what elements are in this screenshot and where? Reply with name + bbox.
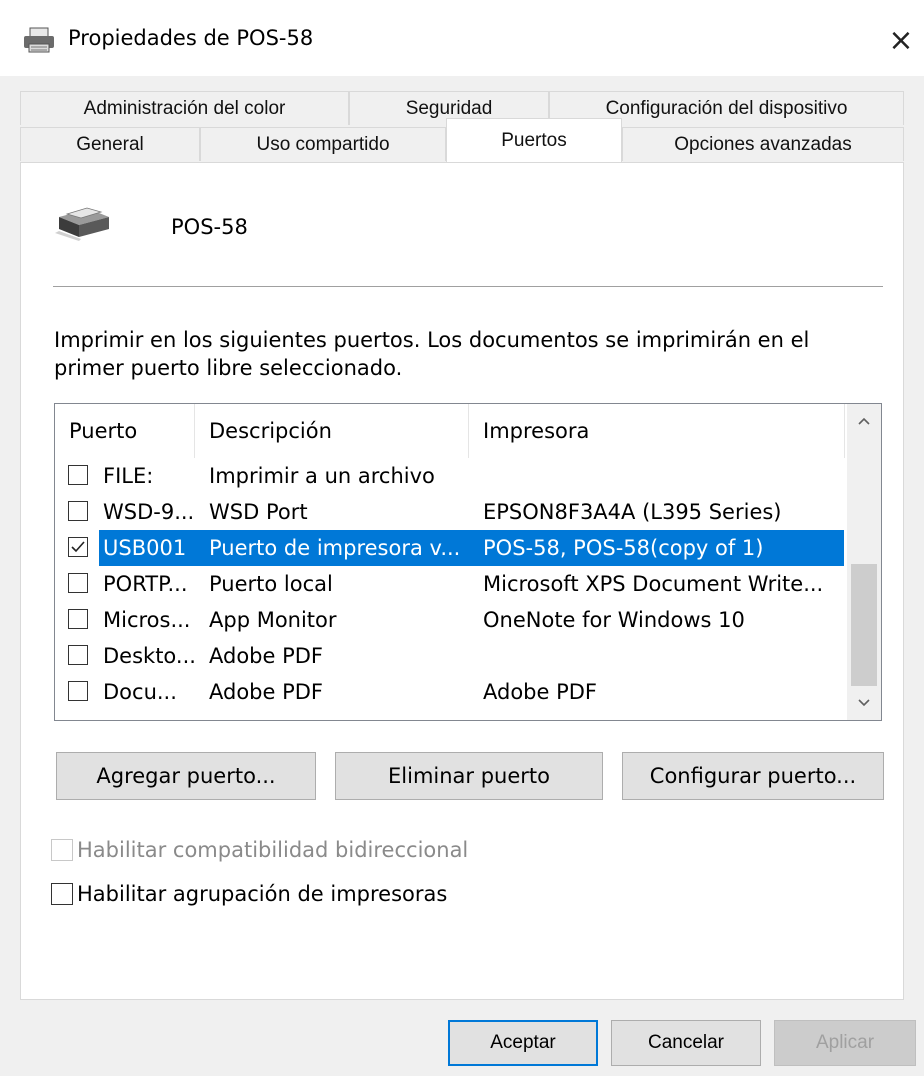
port-checkbox[interactable] <box>68 573 88 593</box>
printer-pooling-option[interactable]: Habilitar agrupación de impresoras <box>51 882 447 906</box>
vertical-scrollbar[interactable] <box>847 404 881 720</box>
checkmark-icon <box>71 541 85 553</box>
description-cell: Adobe PDF <box>209 644 324 668</box>
tab-color-management[interactable]: Administración del color <box>20 91 349 125</box>
table-row[interactable]: WSD-9... WSD Port EPSON8F3A4A (L395 Seri… <box>55 494 845 530</box>
tab-sharing[interactable]: Uso compartido <box>200 127 446 161</box>
port-checkbox[interactable] <box>68 609 88 629</box>
bidirectional-label: Habilitar compatibilidad bidireccional <box>77 838 469 862</box>
port-checkbox[interactable] <box>68 501 88 521</box>
scroll-up-icon[interactable] <box>847 404 881 438</box>
description-cell: WSD Port <box>209 500 308 524</box>
port-cell: USB001 <box>103 536 187 560</box>
description-cell: Imprimir a un archivo <box>209 464 435 488</box>
separator <box>53 286 883 287</box>
ports-description: Imprimir en los siguientes puertos. Los … <box>54 328 810 380</box>
bidirectional-option: Habilitar compatibilidad bidireccional <box>51 838 468 862</box>
window-title: Propiedades de POS-58 <box>68 26 314 50</box>
description-cell: Puerto de impresora v... <box>209 536 461 560</box>
scroll-thumb[interactable] <box>851 564 877 686</box>
port-checkbox[interactable] <box>68 645 88 665</box>
printer-icon <box>24 27 54 53</box>
printer-name: POS-58 <box>171 215 248 239</box>
cancel-button[interactable]: Cancelar <box>611 1020 761 1066</box>
printer-pooling-label[interactable]: Habilitar agrupación de impresoras <box>77 882 447 906</box>
printer-cell <box>483 638 843 674</box>
printer-cell: Adobe PDF <box>483 680 598 704</box>
printer-cell: POS-58, POS-58(copy of 1) <box>483 536 764 560</box>
printer-cell: OneNote for Windows 10 <box>483 608 745 632</box>
title-bar: Propiedades de POS-58 × <box>0 0 924 76</box>
tab-general[interactable]: General <box>20 127 200 161</box>
description-cell: App Monitor <box>209 608 337 632</box>
port-cell: Deskto... <box>103 644 196 668</box>
close-button[interactable]: × <box>878 18 924 62</box>
ports-list[interactable]: Puerto Descripción Impresora FILE: Impri… <box>54 403 882 721</box>
tab-advanced-options[interactable]: Opciones avanzadas <box>622 127 904 161</box>
bidirectional-checkbox <box>51 839 73 861</box>
table-row-selected[interactable]: USB001 Puerto de impresora v... POS-58, … <box>55 530 845 566</box>
tab-row-2: General Uso compartido Puertos Opciones … <box>20 118 904 163</box>
table-row[interactable]: FILE: Imprimir a un archivo <box>55 458 845 494</box>
port-checkbox[interactable] <box>68 537 88 557</box>
printer-cell: Microsoft XPS Document Write... <box>483 572 824 596</box>
apply-button: Aplicar <box>774 1020 916 1066</box>
printer-cell: EPSON8F3A4A (L395 Series) <box>483 500 782 524</box>
printer-pooling-checkbox[interactable] <box>51 883 73 905</box>
configure-port-button[interactable]: Configurar puerto... <box>622 752 884 800</box>
description-cell: Puerto local <box>209 572 333 596</box>
port-cell: FILE: <box>103 464 154 488</box>
table-row[interactable]: Docu... Adobe PDF Adobe PDF <box>55 674 845 710</box>
ports-list-header: Puerto Descripción Impresora <box>55 404 845 458</box>
column-header-description[interactable]: Descripción <box>195 404 469 458</box>
ok-button[interactable]: Aceptar <box>448 1020 598 1066</box>
port-cell: PORTP... <box>103 572 188 596</box>
column-header-printer[interactable]: Impresora <box>469 404 845 458</box>
port-checkbox[interactable] <box>68 681 88 701</box>
description-cell: Adobe PDF <box>209 680 324 704</box>
printer-icon <box>55 207 109 241</box>
add-port-button[interactable]: Agregar puerto... <box>56 752 316 800</box>
delete-port-button[interactable]: Eliminar puerto <box>335 752 603 800</box>
port-cell: Docu... <box>103 680 177 704</box>
column-header-port[interactable]: Puerto <box>55 404 195 458</box>
table-row[interactable]: PORTP... Puerto local Microsoft XPS Docu… <box>55 566 845 602</box>
table-row[interactable]: Micros... App Monitor OneNote for Window… <box>55 602 845 638</box>
port-cell: WSD-9... <box>103 500 195 524</box>
tab-ports[interactable]: Puertos <box>446 118 622 163</box>
ports-panel: POS-58 Imprimir en los siguientes puerto… <box>20 162 904 1000</box>
table-row[interactable]: Deskto... Adobe PDF <box>55 638 845 674</box>
port-cell: Micros... <box>103 608 191 632</box>
port-checkbox[interactable] <box>68 465 88 485</box>
printer-cell <box>483 458 843 494</box>
scroll-down-icon[interactable] <box>847 686 881 720</box>
